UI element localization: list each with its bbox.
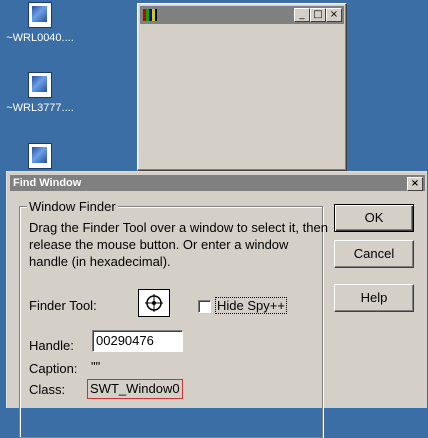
dialog-title-text: Find Window (13, 177, 82, 189)
class-label: Class: (29, 382, 66, 397)
desktop-icon-label: ~WRL3777.... (6, 102, 74, 114)
desktop-icon-wrl3777[interactable]: ~WRL3777.... (0, 72, 80, 114)
close-button[interactable]: × (407, 177, 423, 191)
desktop-icon-3[interactable] (0, 143, 80, 173)
maximize-button[interactable]: □ (310, 8, 326, 22)
group-label: Window Finder (27, 199, 118, 214)
desktop-icon-label: ~WRL0040.... (6, 32, 74, 44)
app-icon (143, 9, 157, 21)
dialog-title[interactable]: Find Window × (10, 175, 425, 191)
background-window[interactable]: _ □ × (137, 3, 347, 171)
close-button[interactable]: × (326, 8, 342, 22)
document-icon (28, 72, 52, 98)
class-value: SWT_Window0 (87, 379, 183, 399)
desktop-icon-wrl0040[interactable]: ~WRL0040.... (0, 2, 80, 44)
crosshair-icon (145, 294, 163, 312)
instructions-text: Drag the Finder Tool over a window to se… (29, 220, 328, 269)
ok-button[interactable]: OK (334, 204, 414, 232)
document-icon (28, 2, 52, 28)
finder-tool[interactable] (138, 289, 170, 317)
caption-value: "" (91, 359, 101, 374)
document-icon (28, 143, 52, 169)
help-button[interactable]: Help (334, 284, 414, 312)
handle-input[interactable]: 00290476 (92, 330, 183, 352)
hide-spy-checkbox[interactable] (198, 300, 211, 313)
handle-label: Handle: (29, 338, 74, 353)
background-window-titlebar[interactable]: _ □ × (140, 6, 344, 24)
hide-spy-label[interactable]: Hide Spy++ (215, 297, 287, 314)
finder-tool-label: Finder Tool: (29, 298, 97, 313)
find-window-dialog: Find Window × Window Finder Drag the Fin… (6, 171, 427, 438)
caption-label: Caption: (29, 361, 78, 376)
cancel-button[interactable]: Cancel (334, 240, 414, 268)
minimize-button[interactable]: _ (294, 8, 310, 22)
